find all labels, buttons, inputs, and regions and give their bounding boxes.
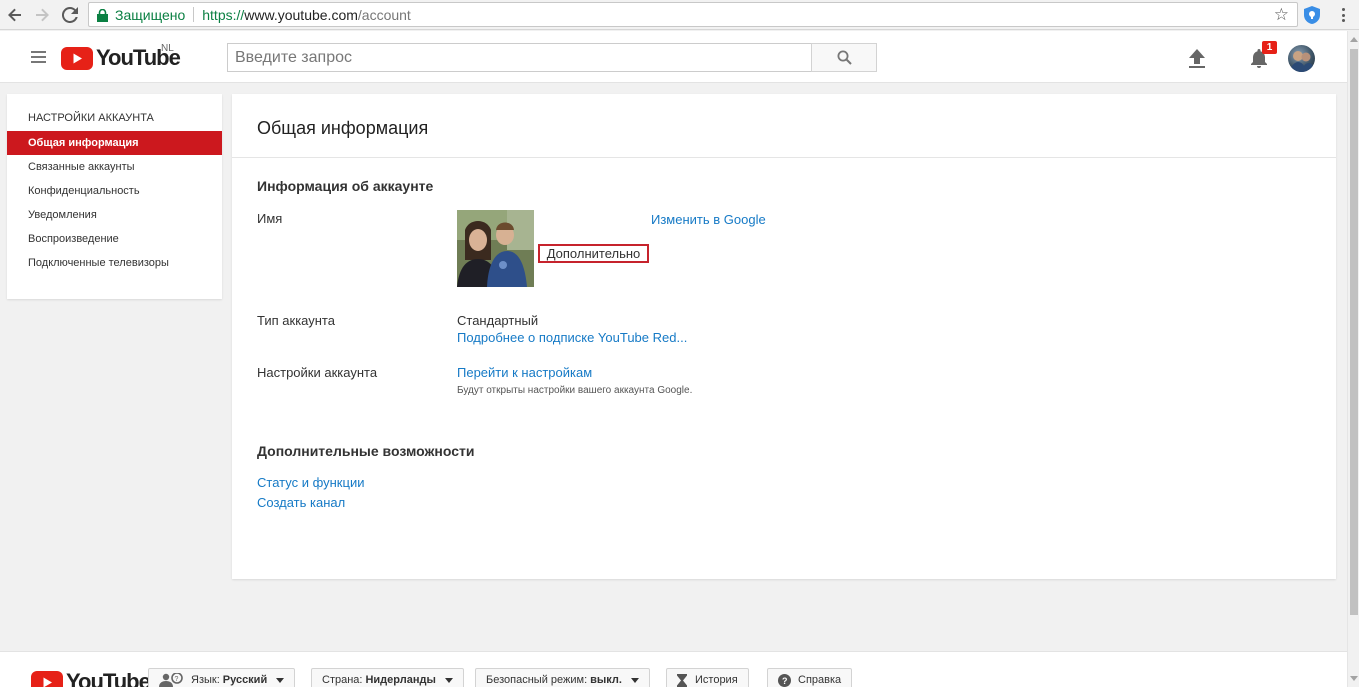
search-bar <box>227 43 877 72</box>
help-icon: ? <box>778 673 791 687</box>
page-title: Общая информация <box>257 118 429 138</box>
chevron-down-icon <box>444 677 453 683</box>
browser-toolbar: Защищено https://www.youtube.com/account… <box>0 0 1359 30</box>
svg-text:?: ? <box>175 676 179 683</box>
overview-card: Общая информация Информация об аккаунте … <box>232 94 1336 579</box>
account-type-value: Стандартный <box>457 313 539 328</box>
people-icon: ? <box>159 673 183 687</box>
account-type-label: Тип аккаунта <box>257 313 335 328</box>
card-divider <box>232 157 1336 158</box>
sidebar-title: НАСТРОЙКИ АККАУНТА <box>28 112 154 124</box>
youtube-play-icon <box>31 670 63 687</box>
sidebar-item-overview[interactable]: Общая информация <box>7 131 222 155</box>
page-footer: YouTube ? Язык: Русский Страна: Нидерланды… <box>0 651 1347 687</box>
scroll-up-arrow-icon[interactable] <box>1350 37 1358 42</box>
language-label: Язык: <box>191 674 220 686</box>
menu-dot <box>1341 13 1345 17</box>
search-button[interactable] <box>811 43 877 72</box>
more-link[interactable]: Дополнительно <box>538 244 649 263</box>
browser-menu-button[interactable] <box>1336 6 1350 24</box>
chevron-down-icon <box>276 677 285 683</box>
name-label: Имя <box>257 211 283 226</box>
profile-photo <box>457 210 534 287</box>
lock-icon <box>97 8 109 22</box>
settings-note: Будут открыты настройки вашего аккаунта … <box>457 385 693 396</box>
hourglass-icon <box>677 673 687 687</box>
history-label: История <box>695 674 738 686</box>
extra-features-heading: Дополнительные возможности <box>257 443 475 459</box>
upload-icon <box>1189 49 1205 68</box>
logo-region: NL <box>161 43 174 54</box>
search-icon <box>837 50 852 65</box>
url-scheme: https:// <box>202 6 245 23</box>
reload-button[interactable] <box>59 4 81 26</box>
edit-in-google-link[interactable]: Изменить в Google <box>651 212 766 227</box>
youtube-play-icon <box>61 46 93 70</box>
search-input[interactable] <box>227 43 811 72</box>
language-button[interactable]: ? Язык: Русский <box>148 668 296 687</box>
create-channel-link[interactable]: Создать канал <box>257 495 345 510</box>
account-info-heading: Информация об аккаунте <box>257 178 434 194</box>
help-label: Справка <box>798 674 842 686</box>
extension-shield-icon[interactable] <box>1303 5 1321 25</box>
arrow-right-icon <box>36 8 49 22</box>
reload-icon <box>62 7 78 23</box>
scroll-down-arrow-icon[interactable] <box>1350 676 1358 681</box>
sidebar-item-playback[interactable]: Воспроизведение <box>7 227 222 251</box>
sidebar-item-privacy[interactable]: Конфиденциальность <box>7 179 222 203</box>
safety-mode-button[interactable]: Безопасный режим: выкл. <box>475 668 650 687</box>
notification-badge: 1 <box>1262 41 1277 54</box>
back-button[interactable] <box>4 4 26 26</box>
bookmark-star-icon[interactable]: ☆ <box>1274 5 1289 25</box>
secure-label: Защищено <box>115 6 186 23</box>
language-value: Русский <box>222 674 268 686</box>
footer-youtube-logo[interactable]: YouTube <box>31 669 151 687</box>
status-features-link[interactable]: Статус и функции <box>257 475 364 490</box>
sidebar-item-notifications[interactable]: Уведомления <box>7 203 222 227</box>
forward-button[interactable] <box>31 4 53 26</box>
footer-logo-text: YouTube <box>66 669 151 687</box>
upload-button[interactable] <box>1187 47 1207 69</box>
goto-settings-link[interactable]: Перейти к настройкам <box>457 365 592 380</box>
account-avatar[interactable] <box>1288 45 1315 72</box>
page-scrollbar[interactable] <box>1347 31 1359 687</box>
safety-label: Безопасный режим: <box>486 674 588 686</box>
arrow-left-icon <box>8 8 21 22</box>
scrollbar-thumb[interactable] <box>1350 49 1358 615</box>
sidebar-item-connected-accounts[interactable]: Связанные аккаунты <box>7 155 222 179</box>
account-settings-label: Настройки аккаунта <box>257 365 378 380</box>
country-value: Нидерланды <box>365 674 436 686</box>
address-bar[interactable]: Защищено https://www.youtube.com/account… <box>88 2 1298 27</box>
history-button[interactable]: История <box>666 668 749 687</box>
menu-dot <box>1341 8 1345 11</box>
safety-value: выкл. <box>590 674 622 686</box>
url-path: /account <box>357 6 411 23</box>
country-button[interactable]: Страна: Нидерланды <box>311 668 464 687</box>
sidebar-item-connected-tvs[interactable]: Подключенные телевизоры <box>7 251 222 275</box>
country-label: Страна: <box>322 674 363 686</box>
help-button[interactable]: ? Справка <box>767 668 853 687</box>
sidebar-list: Общая информация Связанные аккаунты Конф… <box>7 131 222 275</box>
guide-menu-icon[interactable] <box>31 51 46 63</box>
settings-sidebar: НАСТРОЙКИ АККАУНТА Общая информация Связ… <box>7 94 222 299</box>
omnibox-separator <box>193 7 195 22</box>
youtube-red-link[interactable]: Подробнее о подписке YouTube Red... <box>457 330 687 345</box>
svg-text:?: ? <box>782 676 788 686</box>
menu-dot <box>1341 19 1345 22</box>
chevron-down-icon <box>630 677 639 683</box>
url-host: www.youtube.com <box>244 6 358 23</box>
youtube-header: YouTube NL 1 <box>0 31 1347 83</box>
